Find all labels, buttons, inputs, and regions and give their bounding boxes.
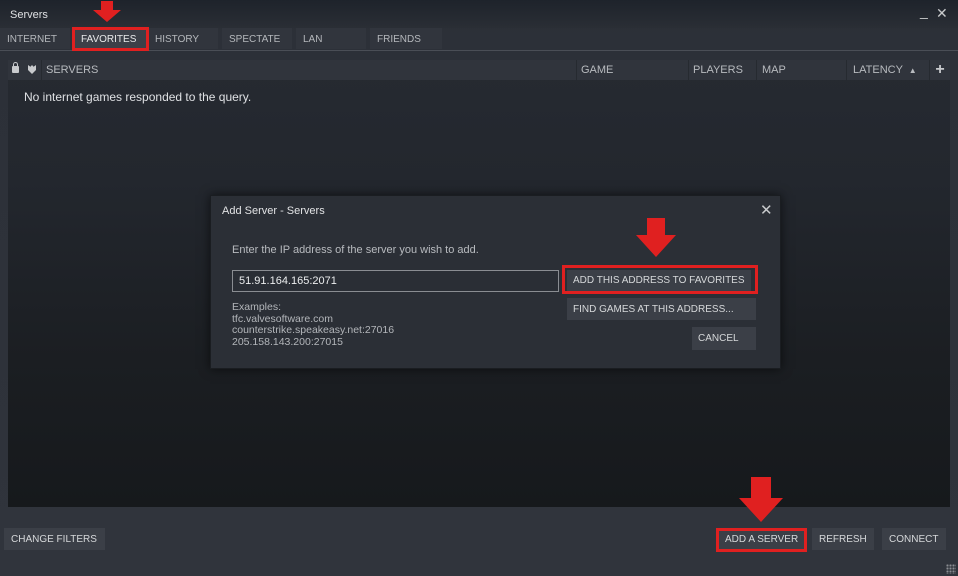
column-players[interactable]: PLAYERS: [693, 60, 753, 80]
column-separator: [576, 60, 577, 80]
dialog-close-icon[interactable]: ✕: [760, 201, 773, 219]
column-latency-label: LATENCY: [853, 64, 903, 76]
minimize-icon[interactable]: _: [920, 4, 928, 18]
servers-window: Servers _ ✕ INTERNET FAVORITES HISTORY S…: [0, 0, 958, 576]
tab-internet[interactable]: INTERNET: [0, 28, 70, 49]
sort-ascending-icon: ▲: [908, 66, 917, 75]
example-item: counterstrike.speakeasy.net:27016: [232, 324, 395, 336]
refresh-button[interactable]: REFRESH: [812, 528, 874, 550]
examples: Examples: tfc.valvesoftware.com counters…: [232, 301, 395, 348]
add-column-button[interactable]: +: [930, 60, 950, 80]
cancel-button[interactable]: CANCEL: [692, 327, 756, 350]
column-header: SERVERS GAME PLAYERS MAP LATENCY ▲ +: [8, 60, 950, 80]
tab-history[interactable]: HISTORY: [148, 28, 218, 49]
tab-divider: [0, 50, 958, 51]
add-to-favorites-button[interactable]: ADD THIS ADDRESS TO FAVORITES: [567, 270, 751, 291]
window-title: Servers: [10, 9, 48, 21]
server-address-input[interactable]: [232, 270, 559, 292]
shield-icon[interactable]: [28, 65, 36, 74]
add-server-dialog: Add Server - Servers ✕ Enter the IP addr…: [210, 195, 781, 369]
lock-icon[interactable]: [12, 62, 19, 73]
resize-grip[interactable]: [946, 564, 956, 574]
column-separator: [41, 60, 42, 80]
connect-button[interactable]: CONNECT: [882, 528, 946, 550]
tab-spectate[interactable]: SPECTATE: [222, 28, 292, 49]
dialog-prompt: Enter the IP address of the server you w…: [232, 244, 479, 256]
empty-message: No internet games responded to the query…: [24, 90, 252, 104]
add-server-button[interactable]: ADD A SERVER: [718, 528, 806, 550]
find-games-button[interactable]: FIND GAMES AT THIS ADDRESS...: [567, 298, 756, 320]
examples-label: Examples:: [232, 301, 282, 313]
column-separator: [756, 60, 757, 80]
tab-bar: INTERNET FAVORITES HISTORY SPECTATE LAN …: [0, 28, 958, 50]
column-separator: [846, 60, 847, 80]
close-icon[interactable]: ✕: [936, 6, 948, 20]
tab-favorites[interactable]: FAVORITES: [74, 28, 146, 49]
column-servers[interactable]: SERVERS: [46, 60, 576, 80]
column-game[interactable]: GAME: [581, 60, 686, 80]
example-item: 205.158.143.200:27015: [232, 335, 343, 348]
column-map[interactable]: MAP: [762, 60, 847, 80]
dialog-title: Add Server - Servers: [222, 205, 325, 217]
tab-lan[interactable]: LAN: [296, 28, 366, 49]
column-separator: [688, 60, 689, 80]
change-filters-button[interactable]: CHANGE FILTERS: [4, 528, 105, 550]
title-bar: Servers _ ✕: [0, 0, 958, 28]
column-latency[interactable]: LATENCY ▲: [853, 60, 917, 80]
tab-friends[interactable]: FRIENDS: [370, 28, 442, 49]
